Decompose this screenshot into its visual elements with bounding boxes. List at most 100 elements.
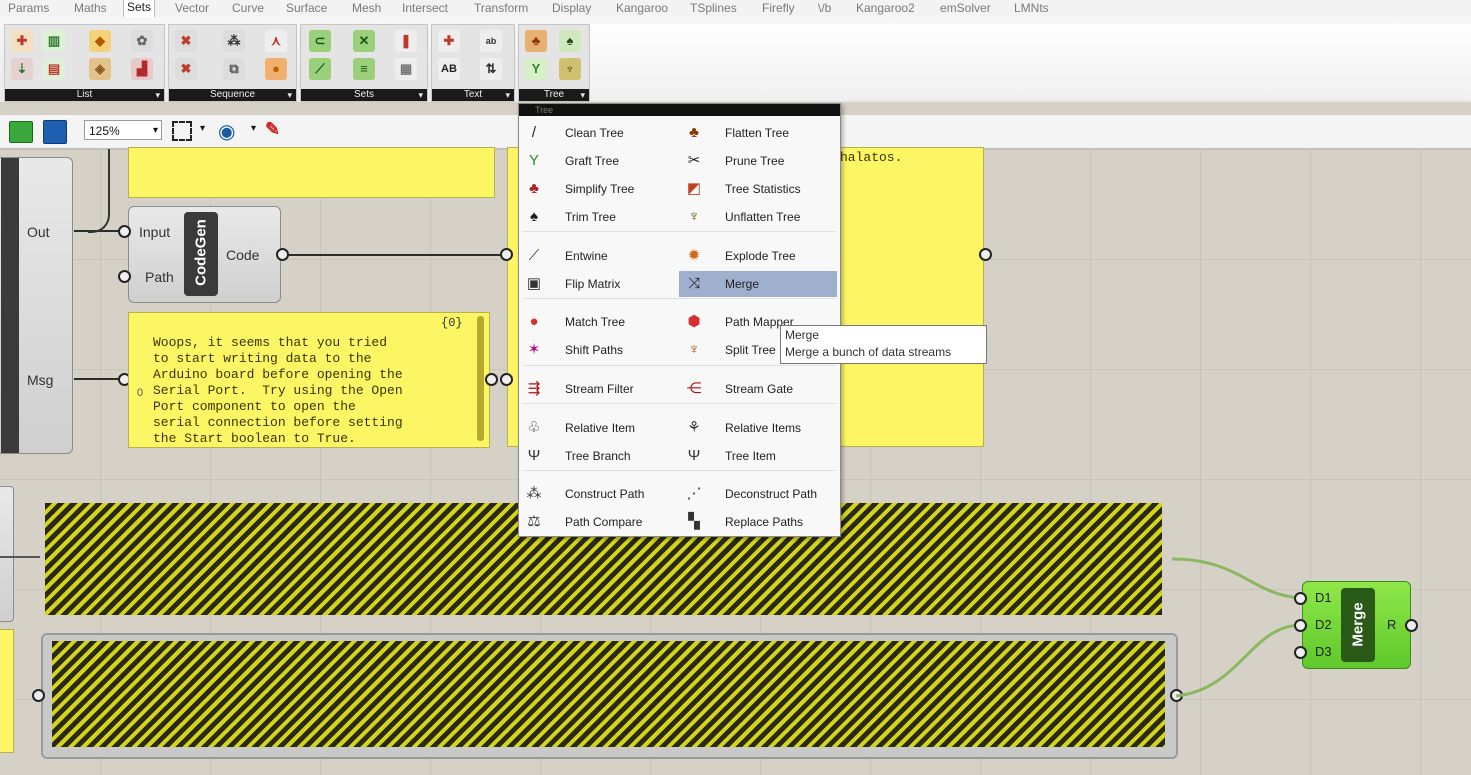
tab-emsolver[interactable]: emSolver <box>940 1 991 16</box>
tab-vb[interactable]: \/b <box>818 1 831 16</box>
unflatten-tree-icon[interactable]: ♆ <box>559 58 581 80</box>
weave-icon[interactable]: ▟ <box>131 58 153 80</box>
sketch-pen-icon[interactable]: ✎ <box>265 119 280 140</box>
menu-item-prune-tree[interactable]: ✂ Prune Tree <box>679 148 837 174</box>
input-port[interactable] <box>500 248 513 261</box>
split-list-icon[interactable]: ⇣ <box>11 58 33 80</box>
tab-display[interactable]: Display <box>552 1 591 16</box>
menu-item-relative-items[interactable]: ⚘ Relative Items <box>679 415 837 441</box>
tab-kangaroo2[interactable]: Kangaroo2 <box>856 1 915 16</box>
menu-item-graft-tree[interactable]: Y Graft Tree <box>519 148 677 174</box>
set-difference-icon[interactable]: ✕ <box>353 30 375 52</box>
menu-item-stream-filter[interactable]: ⇶ Stream Filter <box>519 376 677 402</box>
sort-list-icon[interactable]: ◆ <box>89 30 111 52</box>
menu-item-tree-branch[interactable]: Ψ Tree Branch <box>519 443 677 469</box>
menu-item-explode-tree[interactable]: ✹ Explode Tree <box>679 243 837 269</box>
open-file-icon[interactable] <box>9 121 33 143</box>
insert-items-icon[interactable]: ◈ <box>89 58 111 80</box>
flatten-tree-icon[interactable]: ♣ <box>525 30 547 52</box>
tab-lmnts[interactable]: LMNts <box>1014 1 1049 16</box>
menu-item-replace-paths[interactable]: ▚ Replace Paths <box>679 509 837 535</box>
output-port[interactable] <box>979 248 992 261</box>
firefly-component[interactable]: Out Msg <box>0 157 73 454</box>
replace-members-icon[interactable]: ≡ <box>353 58 375 80</box>
merge-component[interactable]: D1 D2 D3 Merge R <box>1302 581 1411 669</box>
fibonacci-icon[interactable]: ⋏ <box>265 30 287 52</box>
menu-item-stream-gate[interactable]: ⋲ Stream Gate <box>679 376 837 402</box>
tab-intersect[interactable]: Intersect <box>402 1 448 16</box>
graft-tree-icon[interactable]: Y <box>525 58 547 80</box>
cull-index-icon[interactable]: ✖ <box>175 30 197 52</box>
member-index-icon[interactable]: ❚ <box>395 30 417 52</box>
preview-eye-icon[interactable]: ◉ <box>218 119 235 144</box>
sub-list-icon[interactable]: ▤ <box>43 58 65 80</box>
input-port[interactable] <box>1294 619 1307 632</box>
menu-item-entwine[interactable]: ⟋ Entwine <box>519 243 677 269</box>
cull-pattern-icon[interactable]: ✖ <box>175 58 197 80</box>
menu-item-path-compare[interactable]: ⚖ Path Compare <box>519 509 677 535</box>
zoom-select[interactable]: 125% ▾ <box>84 120 162 140</box>
menu-item-unflatten-tree[interactable]: ♆ Unflatten Tree <box>679 204 837 230</box>
input-port[interactable] <box>1294 592 1307 605</box>
set-majority-icon[interactable]: ⟋ <box>309 58 331 80</box>
input-port[interactable] <box>32 689 45 702</box>
tab-kangaroo[interactable]: Kangaroo <box>616 1 668 16</box>
panel-scrollbar[interactable] <box>477 316 484 441</box>
tab-mesh[interactable]: Mesh <box>352 1 381 16</box>
list-item-icon[interactable]: ✚ <box>11 30 33 52</box>
chevron-down-icon[interactable]: ▾ <box>200 123 205 134</box>
tab-vector[interactable]: Vector <box>175 1 209 16</box>
tab-params[interactable]: Params <box>8 1 49 16</box>
tab-transform[interactable]: Transform <box>474 1 528 16</box>
input-port[interactable] <box>500 373 513 386</box>
tab-sets[interactable]: Sets <box>123 0 156 17</box>
expand-arrow-icon[interactable]: ▾ <box>287 89 292 101</box>
menu-item-deconstruct-path[interactable]: ⋰ Deconstruct Path <box>679 481 837 507</box>
menu-item-construct-path[interactable]: ⁂ Construct Path <box>519 481 677 507</box>
menu-item-merge[interactable]: ⤨ Merge <box>679 271 837 297</box>
text-case-icon[interactable]: AB <box>438 58 460 80</box>
random-icon[interactable]: ● <box>265 58 287 80</box>
shift-list-icon[interactable]: ✿ <box>131 30 153 52</box>
input-port[interactable] <box>118 225 131 238</box>
list-length-icon[interactable]: ▥ <box>43 30 65 52</box>
menu-item-clean-tree[interactable]: / Clean Tree <box>519 120 677 146</box>
output-port[interactable] <box>276 248 289 261</box>
menu-item-flatten-tree[interactable]: ♣ Flatten Tree <box>679 120 837 146</box>
text-join-icon[interactable]: ab <box>480 30 502 52</box>
partial-component[interactable] <box>0 486 14 622</box>
tab-maths[interactable]: Maths <box>74 1 107 16</box>
menu-item-simplify-tree[interactable]: ♣ Simplify Tree <box>519 176 677 202</box>
hatched-panel-2-frame[interactable] <box>41 633 1178 759</box>
tab-surface[interactable]: Surface <box>286 1 327 16</box>
menu-item-tree-item[interactable]: Ψ Tree Item <box>679 443 837 469</box>
text-split-icon[interactable]: ⇅ <box>480 58 502 80</box>
input-port[interactable] <box>118 270 131 283</box>
expand-arrow-icon[interactable]: ▾ <box>505 89 510 101</box>
expand-arrow-icon[interactable]: ▾ <box>418 89 423 101</box>
output-port[interactable] <box>1405 619 1418 632</box>
tab-tsplines[interactable]: TSplines <box>690 1 737 16</box>
tab-curve[interactable]: Curve <box>232 1 264 16</box>
zoom-extents-icon[interactable] <box>172 121 192 141</box>
ribbon-group-tree[interactable]: ♣ ♠ Y ♆ Tree ▾ <box>518 24 590 102</box>
expand-arrow-icon[interactable]: ▾ <box>580 89 585 101</box>
menu-item-tree-statistics[interactable]: ◩ Tree Statistics <box>679 176 837 202</box>
codegen-component[interactable]: Input Path CodeGen Code <box>128 206 281 303</box>
duplicate-data-icon[interactable]: ⁂ <box>223 30 245 52</box>
carthesian-product-icon[interactable]: ▦ <box>395 58 417 80</box>
menu-item-trim-tree[interactable]: ♠ Trim Tree <box>519 204 677 230</box>
panel-top[interactable] <box>128 147 495 198</box>
concatenate-icon[interactable]: ✚ <box>438 30 460 52</box>
menu-item-flip-matrix[interactable]: ▣ Flip Matrix <box>519 271 677 297</box>
output-port[interactable] <box>485 373 498 386</box>
menu-item-shift-paths[interactable]: ✶ Shift Paths <box>519 337 677 363</box>
menu-item-relative-item[interactable]: ♧ Relative Item <box>519 415 677 441</box>
chevron-down-icon[interactable]: ▾ <box>251 123 256 134</box>
expand-arrow-icon[interactable]: ▾ <box>155 89 160 101</box>
input-port[interactable] <box>1294 646 1307 659</box>
save-file-icon[interactable] <box>43 120 67 144</box>
series-icon[interactable]: ⧉ <box>223 58 245 80</box>
trim-tree-icon[interactable]: ♠ <box>559 30 581 52</box>
tab-firefly[interactable]: Firefly <box>762 1 795 16</box>
